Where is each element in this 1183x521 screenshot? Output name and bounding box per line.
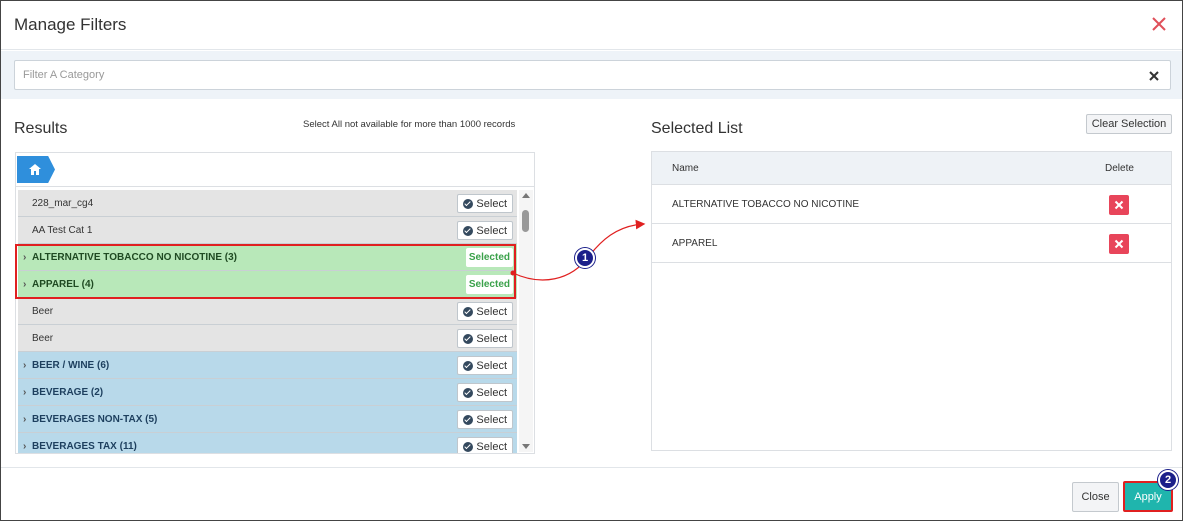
annotation-badge-2: 2 bbox=[1158, 470, 1178, 490]
result-row[interactable]: › BEVERAGES TAX (11) Select bbox=[18, 433, 517, 453]
chevron-right-icon[interactable]: › bbox=[18, 441, 30, 452]
result-row-label: AA Test Cat 1 bbox=[32, 224, 93, 236]
delete-x-icon bbox=[1114, 200, 1124, 210]
delete-x-icon bbox=[1114, 239, 1124, 249]
result-row[interactable]: › APPAREL (4) Selected bbox=[18, 271, 517, 298]
selected-list-panel: Name Delete ALTERNATIVE TOBACCO NO NICOT… bbox=[651, 151, 1172, 451]
select-all-note: Select All not available for more than 1… bbox=[303, 119, 516, 130]
result-row[interactable]: Beer Select bbox=[18, 298, 517, 325]
x-icon[interactable] bbox=[1148, 69, 1162, 83]
scroll-down-arrow[interactable] bbox=[522, 444, 530, 449]
result-row[interactable]: › BEVERAGE (2) Select bbox=[18, 379, 517, 406]
breadcrumb bbox=[16, 153, 534, 187]
home-breadcrumb[interactable] bbox=[17, 156, 55, 183]
column-header-delete: Delete bbox=[1105, 163, 1134, 174]
filter-bar: Filter A Category bbox=[1, 51, 1182, 99]
results-list: 228_mar_cg4 Select AA Test Cat 1 Select › ALT… bbox=[18, 190, 517, 453]
results-title: Results bbox=[14, 120, 68, 137]
result-row-label: BEVERAGE (2) bbox=[32, 386, 104, 398]
results-panel: 228_mar_cg4 Select AA Test Cat 1 Select › ALT… bbox=[15, 152, 535, 454]
result-row-label: Beer bbox=[32, 305, 54, 317]
result-row[interactable]: › BEER / WINE (6) Select bbox=[18, 352, 517, 379]
result-row-label: 228_mar_cg4 bbox=[32, 197, 94, 209]
select-button[interactable]: Select bbox=[457, 437, 513, 453]
select-button-label: Select bbox=[476, 386, 507, 399]
result-row[interactable]: 228_mar_cg4 Select bbox=[18, 190, 517, 217]
select-button-label: Select bbox=[476, 359, 507, 372]
check-circle-icon bbox=[463, 198, 474, 209]
result-row-label: BEER / WINE (6) bbox=[32, 359, 110, 371]
delete-button[interactable] bbox=[1109, 234, 1129, 254]
clear-selection-button[interactable]: Clear Selection bbox=[1086, 114, 1172, 134]
delete-button[interactable] bbox=[1109, 195, 1129, 215]
chevron-right-icon[interactable]: › bbox=[18, 252, 30, 263]
selected-list-row: APPAREL bbox=[652, 224, 1171, 263]
result-row-label: APPAREL (4) bbox=[32, 278, 94, 290]
filter-category-input[interactable]: Filter A Category bbox=[14, 60, 1171, 90]
check-circle-icon bbox=[463, 387, 474, 398]
check-circle-icon bbox=[463, 225, 474, 236]
select-button-label: Select bbox=[476, 413, 507, 426]
annotation-badge-1: 1 bbox=[575, 248, 595, 268]
manage-filters-modal: Manage Filters Filter A Category Results… bbox=[0, 0, 1183, 521]
scroll-up-arrow[interactable] bbox=[522, 193, 530, 198]
close-button[interactable]: Close bbox=[1072, 482, 1119, 512]
check-circle-icon bbox=[463, 333, 474, 344]
selected-item-name: APPAREL bbox=[672, 238, 718, 249]
select-button[interactable]: Select bbox=[457, 329, 513, 348]
check-circle-icon bbox=[463, 306, 474, 317]
select-button-label: Select bbox=[476, 305, 507, 318]
select-button[interactable]: Select bbox=[457, 356, 513, 375]
check-circle-icon bbox=[463, 441, 474, 452]
result-row[interactable]: Beer Select bbox=[18, 325, 517, 352]
selected-list-title: Selected List bbox=[651, 120, 743, 137]
selected-list-row: ALTERNATIVE TOBACCO NO NICOTINE bbox=[652, 185, 1171, 224]
chevron-right-icon[interactable]: › bbox=[18, 279, 30, 290]
result-row-label: BEVERAGES TAX (11) bbox=[32, 440, 137, 452]
result-row[interactable]: › ALTERNATIVE TOBACCO NO NICOTINE (3) Sele… bbox=[18, 244, 517, 271]
result-row-label: BEVERAGES NON-TAX (5) bbox=[32, 413, 158, 425]
modal-header: Manage Filters bbox=[1, 1, 1182, 50]
select-button[interactable]: Select bbox=[457, 410, 513, 429]
chevron-right-icon[interactable]: › bbox=[18, 360, 30, 371]
selected-item-name: ALTERNATIVE TOBACCO NO NICOTINE bbox=[672, 199, 860, 210]
result-row[interactable]: AA Test Cat 1 Select bbox=[18, 217, 517, 244]
select-button-label: Select bbox=[476, 440, 507, 453]
result-row-label: ALTERNATIVE TOBACCO NO NICOTINE (3) bbox=[32, 251, 237, 263]
select-button-label: Select bbox=[476, 332, 507, 345]
home-icon bbox=[29, 164, 41, 175]
chevron-right-icon[interactable]: › bbox=[18, 414, 30, 425]
selected-list-header: Name Delete bbox=[652, 152, 1171, 185]
check-circle-icon bbox=[463, 414, 474, 425]
select-button[interactable]: Select bbox=[457, 302, 513, 321]
close-icon[interactable] bbox=[1150, 12, 1168, 36]
check-circle-icon bbox=[463, 360, 474, 371]
modal-footer-divider bbox=[1, 467, 1182, 468]
result-row-label: Beer bbox=[32, 332, 54, 344]
column-header-name: Name bbox=[672, 163, 699, 174]
chevron-right-icon[interactable]: › bbox=[18, 387, 30, 398]
modal-title: Manage Filters bbox=[14, 15, 127, 34]
select-button[interactable]: Select bbox=[457, 383, 513, 402]
result-row[interactable]: › BEVERAGES NON-TAX (5) Select bbox=[18, 406, 517, 433]
